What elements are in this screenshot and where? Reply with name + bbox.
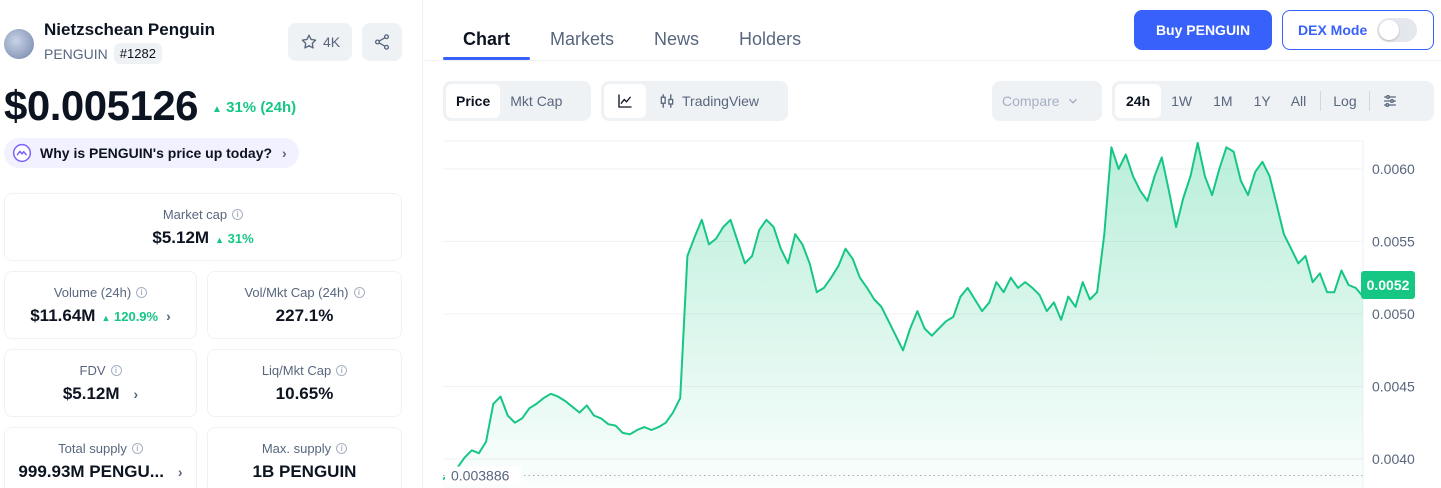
open-price-label: 0.003886 bbox=[451, 468, 510, 484]
range-1y[interactable]: 1Y bbox=[1244, 84, 1281, 118]
rank-badge: #1282 bbox=[113, 43, 162, 64]
tab-chart[interactable]: Chart bbox=[443, 0, 531, 60]
price-change-value: 31% (24h) bbox=[226, 99, 297, 116]
detail-tabs: Chart Markets News Holders bbox=[443, 0, 821, 60]
up-triangle-icon: ▲ bbox=[101, 312, 111, 323]
volume-card[interactable]: Volume (24h) i $11.64M ▲ 120.9% › bbox=[4, 271, 197, 339]
tab-news[interactable]: News bbox=[634, 0, 719, 60]
market-cap-card: Market cap i $5.12M ▲ 31% bbox=[4, 193, 402, 261]
total-supply-label: Total supply bbox=[58, 441, 127, 456]
info-icon[interactable]: i bbox=[336, 365, 348, 376]
toolbar-separator bbox=[1368, 91, 1370, 111]
share-button[interactable] bbox=[362, 23, 402, 61]
tab-holders[interactable]: Holders bbox=[719, 0, 821, 60]
current-price: $0.005126 bbox=[4, 82, 199, 129]
candles-icon bbox=[660, 94, 674, 108]
total-supply-card[interactable]: Total supply i 999.93M PENGU... › bbox=[4, 427, 197, 488]
max-supply-value: 1B PENGUIN bbox=[252, 462, 357, 481]
why-price-up-label: Why is PENGUIN's price up today? bbox=[40, 145, 273, 161]
settings-sliders-icon bbox=[1383, 95, 1396, 107]
volume-change: ▲ 120.9% bbox=[101, 308, 159, 324]
y-tick-label: 0.0050 bbox=[1372, 306, 1415, 322]
tabs-divider bbox=[423, 60, 1441, 61]
chevron-right-icon: › bbox=[177, 464, 183, 480]
chevron-down-icon bbox=[1068, 98, 1077, 104]
range-all[interactable]: All bbox=[1281, 84, 1317, 118]
price-change-24h: ▲ 31% (24h) bbox=[212, 99, 296, 116]
price-area bbox=[443, 142, 1363, 488]
info-icon[interactable]: i bbox=[353, 287, 365, 298]
info-icon[interactable]: i bbox=[336, 443, 348, 454]
vol-mkt-cap-value: 227.1% bbox=[275, 306, 334, 325]
liq-mkt-cap-label: Liq/Mkt Cap bbox=[261, 363, 332, 378]
why-price-up-button[interactable]: Why is PENGUIN's price up today? › bbox=[4, 138, 299, 168]
range-1m[interactable]: 1M bbox=[1202, 84, 1243, 118]
sparkle-icon bbox=[12, 143, 32, 163]
line-chart-toggle[interactable] bbox=[604, 84, 646, 118]
max-supply-card: Max. supply i 1B PENGUIN bbox=[207, 427, 402, 488]
info-icon[interactable]: i bbox=[232, 209, 244, 220]
market-cap-change: ▲ 31% bbox=[215, 230, 254, 246]
dex-mode-toggle[interactable] bbox=[1377, 18, 1418, 42]
price-toggle[interactable]: Price bbox=[446, 84, 501, 118]
fdv-value: $5.12M bbox=[62, 384, 120, 403]
total-supply-value: 999.93M PENGU... bbox=[18, 462, 164, 481]
watchlist-count: 4K bbox=[322, 34, 341, 50]
price-mktcap-switch: Price Mkt Cap bbox=[443, 81, 591, 121]
range-1w[interactable]: 1W bbox=[1161, 84, 1202, 118]
line-chart-icon bbox=[618, 94, 632, 108]
buy-button[interactable]: Buy PENGUIN bbox=[1134, 10, 1272, 50]
chevron-right-icon: › bbox=[133, 386, 139, 402]
y-tick-label: 0.0055 bbox=[1372, 234, 1415, 250]
coin-header: Nietzschean Penguin PENGUIN #1282 bbox=[4, 20, 215, 64]
coin-symbol: PENGUIN bbox=[44, 45, 108, 62]
chevron-right-icon: › bbox=[282, 145, 287, 161]
market-cap-value: $5.12M bbox=[152, 228, 210, 247]
y-tick-label: 0.0045 bbox=[1372, 379, 1415, 395]
tradingview-label: TradingView bbox=[682, 93, 760, 109]
info-icon[interactable]: i bbox=[136, 287, 148, 298]
up-triangle-icon: ▲ bbox=[212, 104, 222, 115]
fdv-label: FDV bbox=[79, 363, 106, 378]
coin-logo bbox=[4, 29, 34, 59]
volume-value: $11.64M bbox=[30, 306, 96, 325]
current-price-badge-label: 0.0052 bbox=[1367, 277, 1410, 293]
dex-mode-button[interactable]: DEX Mode bbox=[1282, 10, 1434, 50]
compare-dropdown[interactable]: Compare bbox=[992, 81, 1102, 121]
log-scale-toggle[interactable]: Log bbox=[1325, 84, 1364, 118]
market-cap-label: Market cap bbox=[162, 207, 228, 222]
up-triangle-icon: ▲ bbox=[215, 234, 224, 245]
price-row: $0.005126 ▲ 31% (24h) bbox=[4, 82, 296, 130]
max-supply-label: Max. supply bbox=[261, 441, 332, 456]
tradingview-toggle[interactable]: TradingView bbox=[646, 84, 769, 118]
share-icon bbox=[374, 34, 390, 50]
dex-mode-label: DEX Mode bbox=[1298, 22, 1368, 38]
price-chart[interactable]: 0.0060 0.0055 0.0050 0.0045 0.0040 0.003886 0.… bbox=[442, 140, 1441, 488]
coin-summary-panel: Nietzschean Penguin PENGUIN #1282 4K $0.… bbox=[0, 0, 423, 488]
chart-settings-button[interactable] bbox=[1374, 84, 1406, 118]
mkt-cap-toggle[interactable]: Mkt Cap bbox=[500, 84, 572, 118]
watchlist-button[interactable]: 4K bbox=[288, 23, 352, 61]
info-icon[interactable]: i bbox=[131, 443, 143, 454]
tab-markets[interactable]: Markets bbox=[530, 0, 634, 60]
vol-mkt-cap-label: Vol/Mkt Cap (24h) bbox=[244, 285, 349, 300]
y-tick-label: 0.0040 bbox=[1372, 451, 1415, 467]
time-range-switch: 24h 1W 1M 1Y All Log bbox=[1112, 81, 1434, 121]
price-chart-svg[interactable]: 0.0060 0.0055 0.0050 0.0045 0.0040 0.003886 0.… bbox=[442, 140, 1441, 488]
chart-type-switch: TradingView bbox=[601, 81, 788, 121]
liq-mkt-cap-card: Liq/Mkt Cap i 10.65% bbox=[207, 349, 402, 417]
info-icon[interactable]: i bbox=[110, 365, 122, 376]
coin-name: Nietzschean Penguin bbox=[44, 20, 215, 39]
chevron-right-icon: › bbox=[166, 308, 171, 324]
y-tick-label: 0.0060 bbox=[1372, 161, 1415, 177]
toolbar-separator bbox=[1320, 91, 1322, 111]
volume-label: Volume (24h) bbox=[53, 285, 132, 300]
compare-label: Compare bbox=[1002, 93, 1060, 109]
fdv-card[interactable]: FDV i $5.12M › bbox=[4, 349, 197, 417]
range-24h[interactable]: 24h bbox=[1115, 84, 1162, 118]
liq-mkt-cap-value: 10.65% bbox=[275, 384, 334, 403]
vol-mkt-cap-card: Vol/Mkt Cap (24h) i 227.1% bbox=[207, 271, 402, 339]
star-icon bbox=[301, 34, 317, 49]
